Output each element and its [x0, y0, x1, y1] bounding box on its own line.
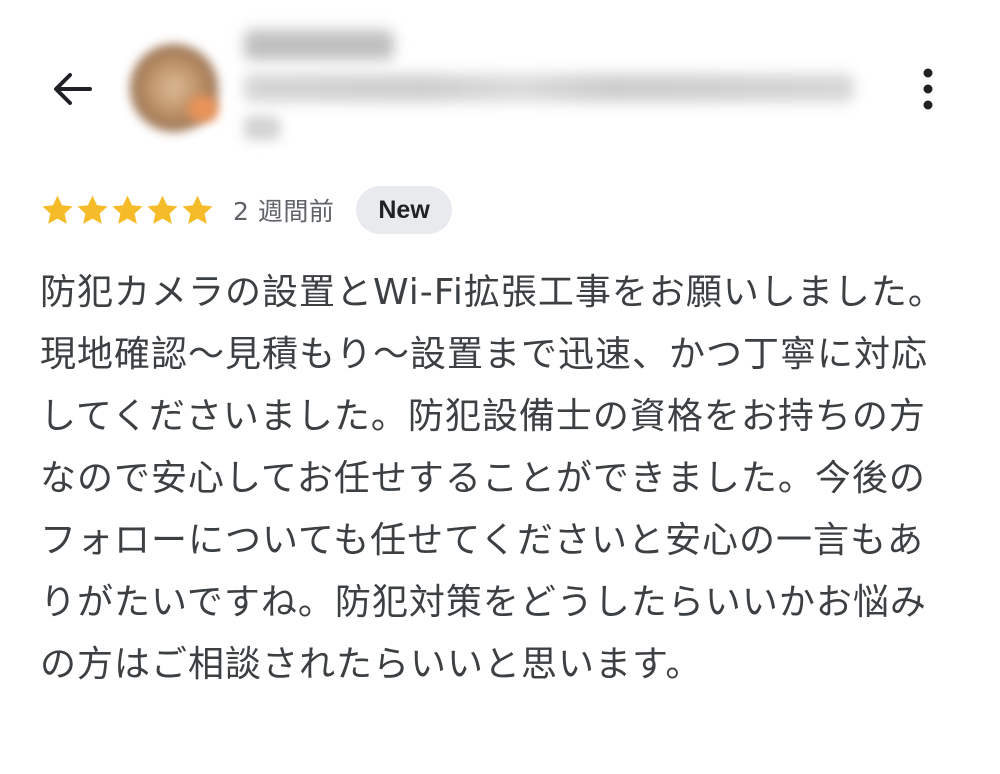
star-icon — [42, 195, 73, 224]
rating-row: 2 週間前 New — [40, 184, 452, 236]
star-icon — [112, 195, 143, 224]
more-vertical-icon — [923, 68, 933, 110]
back-button[interactable] — [44, 64, 100, 114]
reviewer-meta-extra — [244, 116, 280, 140]
review-header — [0, 0, 1000, 170]
arrow-left-icon — [54, 73, 92, 105]
review-text: 防犯カメラの設置とWi-Fi拡張工事をお願いしました。現地確認〜見積もり〜設置ま… — [40, 272, 945, 685]
avatar-badge — [188, 96, 218, 122]
star-icon — [147, 195, 178, 224]
new-badge: New — [356, 186, 452, 234]
reviewer-meta — [244, 74, 854, 102]
star-rating — [40, 193, 215, 228]
review-time: 2 週間前 — [233, 197, 335, 226]
star-icon — [182, 195, 213, 224]
star-icon — [77, 195, 108, 224]
reviewer-name[interactable] — [244, 30, 394, 60]
more-options-button[interactable] — [906, 62, 950, 116]
